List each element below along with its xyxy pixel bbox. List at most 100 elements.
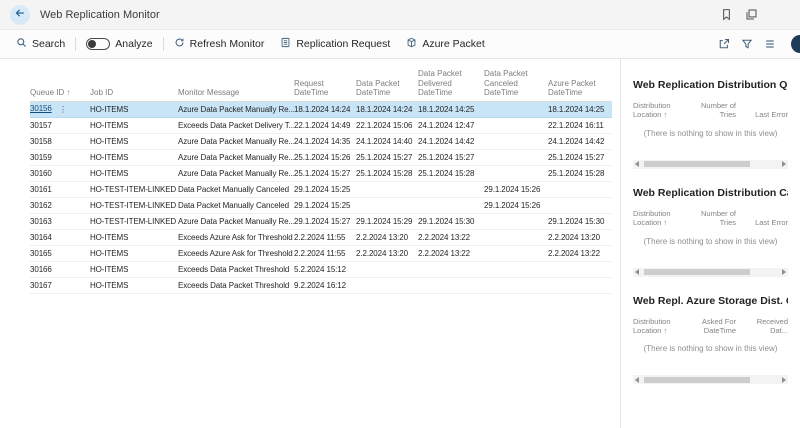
panel-col-distribution-location[interactable]: Distribution Location ↑ <box>633 209 682 228</box>
cell-data-packet-canceled-datetime[interactable] <box>484 213 548 229</box>
queue-id-link[interactable]: 30167 <box>30 281 52 290</box>
cell-request-datetime[interactable]: 29.1.2024 15:25 <box>294 197 356 213</box>
round-action-button[interactable] <box>791 35 800 53</box>
cell-data-packet-delivered-datetime[interactable] <box>418 277 484 293</box>
scroll-left-icon[interactable] <box>635 377 639 383</box>
cell-job-id[interactable]: HO-ITEMS <box>90 245 178 261</box>
scroll-right-icon[interactable] <box>782 377 786 383</box>
queue-id-link[interactable]: 30166 <box>30 265 52 274</box>
cell-request-datetime[interactable]: 2.2.2024 11:55 <box>294 245 356 261</box>
cell-data-packet-canceled-datetime[interactable] <box>484 149 548 165</box>
table-row[interactable]: 30165 HO-ITEMS Exceeds Azure Ask for Thr… <box>30 245 612 261</box>
cell-data-packet-canceled-datetime[interactable]: 29.1.2024 15:26 <box>484 197 548 213</box>
cell-queue-id[interactable]: 30165 <box>30 245 90 261</box>
menu-icon[interactable] <box>764 38 776 50</box>
panel-col-middle[interactable]: Number of Tries <box>686 209 736 228</box>
cell-job-id[interactable]: HO-ITEMS <box>90 133 178 149</box>
queue-id-link[interactable]: 30158 <box>30 137 52 146</box>
cell-request-datetime[interactable]: 25.1.2024 15:26 <box>294 149 356 165</box>
col-header-request-datetime[interactable]: Request DateTime <box>294 67 356 101</box>
table-row[interactable]: 30157 HO-ITEMS Exceeds Data Packet Deliv… <box>30 117 612 133</box>
filter-icon[interactable] <box>741 38 753 50</box>
scroll-right-icon[interactable] <box>782 161 786 167</box>
queue-id-link[interactable]: 30164 <box>30 233 52 242</box>
queue-id-link[interactable]: 30165 <box>30 249 52 258</box>
cell-data-packet-datetime[interactable] <box>356 277 418 293</box>
col-header-monitor-message[interactable]: Monitor Message <box>178 67 294 101</box>
back-button[interactable] <box>10 5 30 25</box>
cell-data-packet-datetime[interactable] <box>356 197 418 213</box>
table-row[interactable]: 30156 HO-ITEMS Azure Data Packet Manuall… <box>30 101 612 117</box>
cell-job-id[interactable]: HO-ITEMS <box>90 117 178 133</box>
toggle-switch-icon[interactable] <box>86 38 110 50</box>
queue-id-link[interactable]: 30159 <box>30 153 52 162</box>
cell-request-datetime[interactable]: 9.2.2024 16:12 <box>294 277 356 293</box>
horizontal-scrollbar[interactable] <box>633 268 788 277</box>
queue-id-link[interactable]: 30163 <box>30 217 52 226</box>
cell-monitor-message[interactable]: Exceeds Azure Ask for Threshold <box>178 245 294 261</box>
cell-request-datetime[interactable]: 24.1.2024 14:35 <box>294 133 356 149</box>
cell-monitor-message[interactable]: Data Packet Manually Canceled <box>178 197 294 213</box>
cell-queue-id[interactable]: 30163 <box>30 213 90 229</box>
queue-id-link[interactable]: 30161 <box>30 185 52 194</box>
cell-data-packet-datetime[interactable]: 25.1.2024 15:27 <box>356 149 418 165</box>
cell-job-id[interactable]: HO-TEST-ITEM-LINKED <box>90 197 178 213</box>
queue-id-link[interactable]: 30156 <box>30 104 52 113</box>
queue-id-link[interactable]: 30157 <box>30 121 52 130</box>
table-row[interactable]: 30162 HO-TEST-ITEM-LINKED Data Packet Ma… <box>30 197 612 213</box>
cell-data-packet-canceled-datetime[interactable] <box>484 245 548 261</box>
table-row[interactable]: 30164 HO-ITEMS Exceeds Azure Ask for Thr… <box>30 229 612 245</box>
cell-queue-id[interactable]: 30162 <box>30 197 90 213</box>
cell-monitor-message[interactable]: Exceeds Azure Ask for Threshold <box>178 229 294 245</box>
cell-data-packet-delivered-datetime[interactable]: 2.2.2024 13:22 <box>418 229 484 245</box>
cell-azure-packet-datetime[interactable]: 24.1.2024 14:42 <box>548 133 612 149</box>
cell-azure-packet-datetime[interactable] <box>548 181 612 197</box>
panel-col-right[interactable]: Last Error <box>740 110 788 119</box>
cell-azure-packet-datetime[interactable]: 2.2.2024 13:20 <box>548 229 612 245</box>
cell-queue-id[interactable]: 30161 <box>30 181 90 197</box>
col-header-data-packet-canceled[interactable]: Data Packet Canceled DateTime <box>484 67 548 101</box>
cell-data-packet-datetime[interactable]: 29.1.2024 15:29 <box>356 213 418 229</box>
cell-queue-id[interactable]: 30164 <box>30 229 90 245</box>
cell-queue-id[interactable]: 30156 <box>30 101 90 117</box>
table-row[interactable]: 30160 HO-ITEMS Azure Data Packet Manuall… <box>30 165 612 181</box>
cell-data-packet-canceled-datetime[interactable] <box>484 117 548 133</box>
cell-azure-packet-datetime[interactable]: 22.1.2024 16:11 <box>548 117 612 133</box>
panel-col-middle[interactable]: Asked For DateTime <box>686 317 736 336</box>
table-row[interactable]: 30163 HO-TEST-ITEM-LINKED Azure Data Pac… <box>30 213 612 229</box>
cell-data-packet-delivered-datetime[interactable]: 29.1.2024 15:30 <box>418 213 484 229</box>
cell-data-packet-datetime[interactable]: 24.1.2024 14:40 <box>356 133 418 149</box>
cell-azure-packet-datetime[interactable]: 2.2.2024 13:22 <box>548 245 612 261</box>
col-header-job-id[interactable]: Job ID <box>90 67 178 101</box>
refresh-monitor-button[interactable]: Refresh Monitor <box>166 30 273 58</box>
cell-request-datetime[interactable]: 5.2.2024 15:12 <box>294 261 356 277</box>
panel-col-middle[interactable]: Number of Tries <box>686 101 736 120</box>
cell-job-id[interactable]: HO-ITEMS <box>90 101 178 117</box>
cell-queue-id[interactable]: 30166 <box>30 261 90 277</box>
cell-azure-packet-datetime[interactable] <box>548 261 612 277</box>
cell-data-packet-datetime[interactable] <box>356 261 418 277</box>
cell-job-id[interactable]: HO-ITEMS <box>90 165 178 181</box>
open-in-window-icon[interactable] <box>745 8 758 21</box>
horizontal-scrollbar[interactable] <box>633 160 788 169</box>
cell-data-packet-delivered-datetime[interactable] <box>418 197 484 213</box>
analyze-toggle[interactable]: Analyze <box>78 30 160 58</box>
cell-monitor-message[interactable]: Azure Data Packet Manually Re... <box>178 213 294 229</box>
cell-job-id[interactable]: HO-TEST-ITEM-LINKED <box>90 181 178 197</box>
horizontal-scrollbar[interactable] <box>633 375 788 384</box>
cell-queue-id[interactable]: 30158 <box>30 133 90 149</box>
cell-request-datetime[interactable]: 2.2.2024 11:55 <box>294 229 356 245</box>
cell-job-id[interactable]: HO-ITEMS <box>90 261 178 277</box>
cell-data-packet-delivered-datetime[interactable]: 18.1.2024 14:25 <box>418 101 484 117</box>
scrollbar-thumb[interactable] <box>644 377 750 383</box>
cell-data-packet-canceled-datetime[interactable]: 29.1.2024 15:26 <box>484 181 548 197</box>
share-icon[interactable] <box>718 38 730 50</box>
cell-data-packet-delivered-datetime[interactable] <box>418 261 484 277</box>
scrollbar-thumb[interactable] <box>644 269 750 275</box>
table-row[interactable]: 30159 HO-ITEMS Azure Data Packet Manuall… <box>30 149 612 165</box>
cell-monitor-message[interactable]: Azure Data Packet Manually Re... <box>178 165 294 181</box>
cell-data-packet-datetime[interactable]: 18.1.2024 14:24 <box>356 101 418 117</box>
table-row[interactable]: 30161 HO-TEST-ITEM-LINKED Data Packet Ma… <box>30 181 612 197</box>
cell-data-packet-canceled-datetime[interactable] <box>484 277 548 293</box>
cell-data-packet-delivered-datetime[interactable]: 24.1.2024 14:42 <box>418 133 484 149</box>
